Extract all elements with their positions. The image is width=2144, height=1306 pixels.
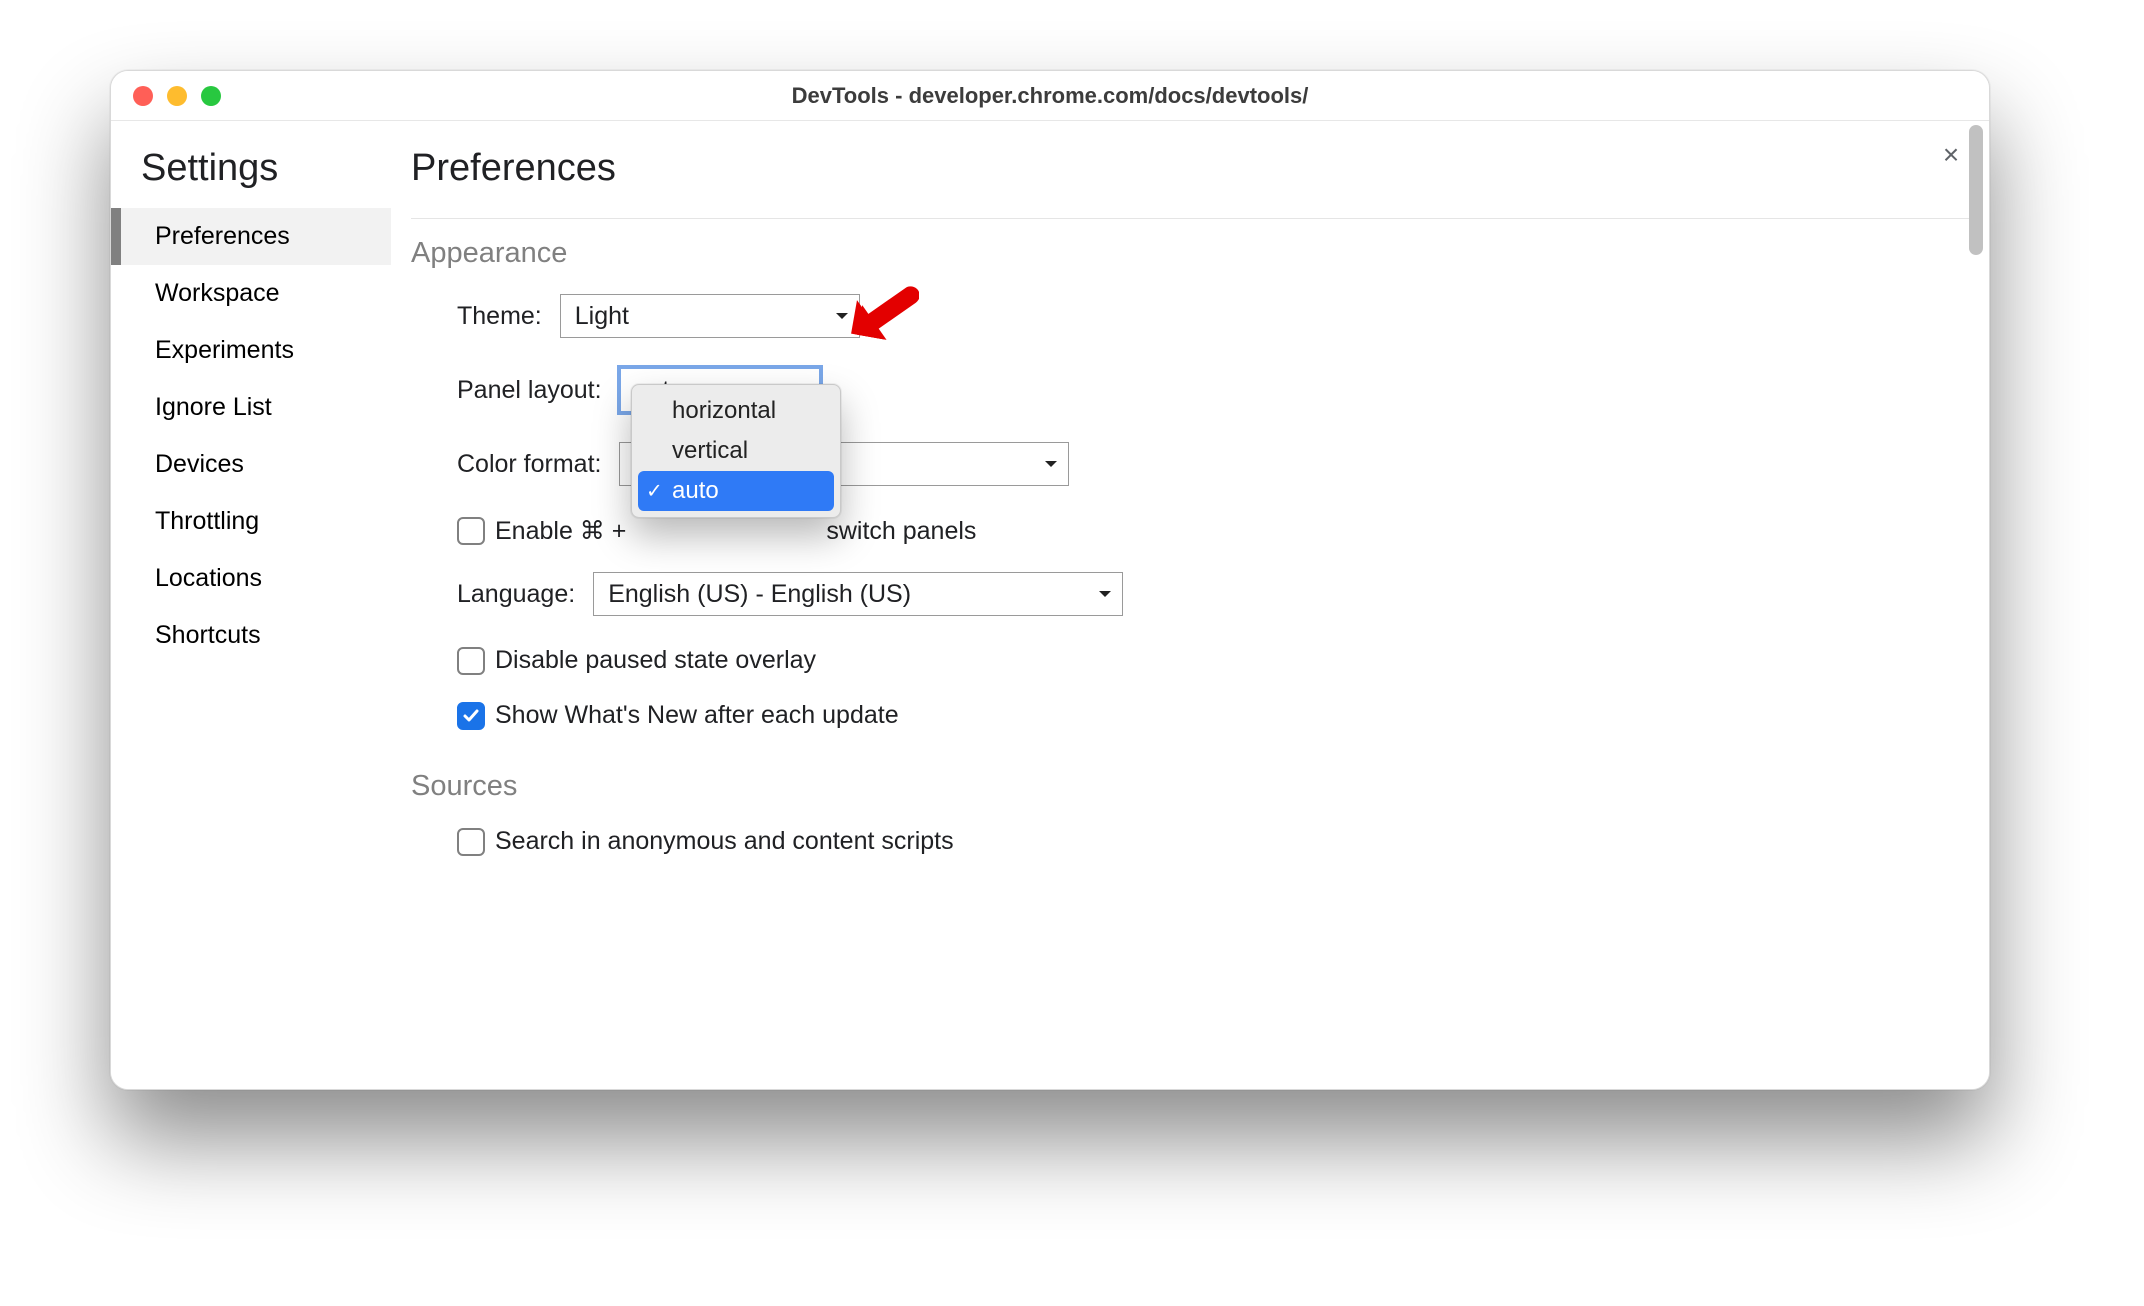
show-whats-new-label: Show What's New after each update [495,701,899,730]
window-title: DevTools - developer.chrome.com/docs/dev… [111,83,1989,109]
language-label: Language: [457,580,575,609]
scrollbar-thumb[interactable] [1969,125,1983,255]
sidebar-item-throttling[interactable]: Throttling [111,493,391,550]
enable-shortcut-label-prefix: Enable ⌘ + [495,516,626,546]
theme-label: Theme: [457,302,542,331]
sidebar-item-devices[interactable]: Devices [111,436,391,493]
enable-shortcut-label-suffix: switch panels [826,517,976,546]
section-sources-heading: Sources [411,770,1969,803]
panel-layout-label: Panel layout: [457,376,602,405]
sidebar-item-experiments[interactable]: Experiments [111,322,391,379]
panel-layout-dropdown: horizontal vertical ✓ auto [631,384,841,518]
window-titlebar: DevTools - developer.chrome.com/docs/dev… [111,71,1989,121]
panel-layout-option-horizontal[interactable]: horizontal [638,391,834,431]
option-label: auto [672,477,719,504]
show-whats-new-checkbox[interactable] [457,702,485,730]
settings-sidebar: Settings Preferences Workspace Experimen… [111,121,391,1089]
sidebar-item-label: Throttling [155,507,259,535]
enable-shortcut-checkbox[interactable] [457,517,485,545]
show-whats-new-row: Show What's New after each update [457,701,1969,730]
sidebar-item-label: Preferences [155,222,290,250]
disable-paused-label: Disable paused state overlay [495,646,816,675]
sidebar-item-preferences[interactable]: Preferences [111,208,391,265]
language-value: English (US) - English (US) [608,580,911,609]
sidebar-item-label: Devices [155,450,244,478]
maximize-window-button[interactable] [201,86,221,106]
enable-shortcut-row: Enable ⌘ + switch panels [457,516,1969,546]
section-appearance-heading: Appearance [411,237,1969,270]
search-anon-checkbox[interactable] [457,828,485,856]
panel-layout-option-vertical[interactable]: vertical [638,431,834,471]
devtools-window: DevTools - developer.chrome.com/docs/dev… [110,70,1990,1090]
divider [411,218,1969,219]
sidebar-item-label: Shortcuts [155,621,261,649]
sidebar-item-label: Workspace [155,279,280,307]
option-label: horizontal [672,397,776,424]
sidebar-item-ignore-list[interactable]: Ignore List [111,379,391,436]
minimize-window-button[interactable] [167,86,187,106]
preferences-panel: Preferences Appearance Theme: Light Pane… [391,121,1989,1089]
disable-paused-checkbox[interactable] [457,647,485,675]
close-window-button[interactable] [133,86,153,106]
sidebar-item-label: Locations [155,564,262,592]
sidebar-item-workspace[interactable]: Workspace [111,265,391,322]
chevron-down-icon [835,311,849,321]
settings-heading: Settings [111,147,391,208]
disable-paused-row: Disable paused state overlay [457,646,1969,675]
close-icon: × [1943,139,1959,171]
sidebar-item-locations[interactable]: Locations [111,550,391,607]
check-icon: ✓ [646,479,663,504]
window-controls [111,86,221,106]
page-title: Preferences [411,147,1969,190]
close-settings-button[interactable]: × [1935,139,1967,171]
theme-row: Theme: Light [457,294,1969,338]
theme-select[interactable]: Light [560,294,860,338]
option-label: vertical [672,437,748,464]
language-select[interactable]: English (US) - English (US) [593,572,1123,616]
theme-value: Light [575,302,629,331]
search-anon-label: Search in anonymous and content scripts [495,827,954,856]
settings-content: × Settings Preferences Workspace Experim… [111,121,1989,1089]
search-anon-row: Search in anonymous and content scripts [457,827,1969,856]
sidebar-item-shortcuts[interactable]: Shortcuts [111,607,391,664]
color-format-label: Color format: [457,450,601,479]
language-row: Language: English (US) - English (US) [457,572,1969,616]
panel-layout-option-auto[interactable]: ✓ auto [638,471,834,511]
chevron-down-icon [1098,589,1112,599]
sidebar-item-label: Experiments [155,336,294,364]
chevron-down-icon [1044,459,1058,469]
sidebar-item-label: Ignore List [155,393,272,421]
